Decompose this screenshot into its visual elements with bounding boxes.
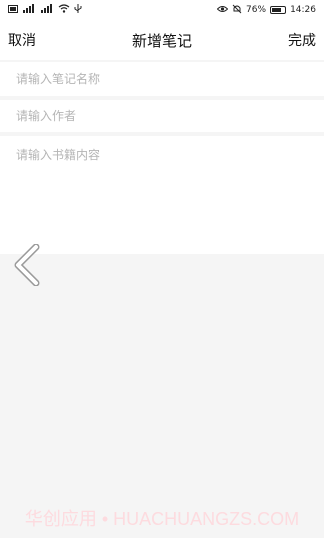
author-input[interactable] — [16, 109, 308, 123]
note-name-field — [0, 62, 324, 96]
watermark: 华创应用 • HUACHUANGZS.COM — [24, 509, 300, 529]
note-name-input[interactable] — [16, 72, 308, 86]
battery-level-fill — [272, 8, 282, 12]
status-left-icons — [8, 3, 82, 17]
signal-4g-icon — [22, 4, 36, 16]
status-time: 14:26 — [290, 5, 316, 15]
status-bar: 76% 14:26 — [0, 0, 324, 20]
sim-card-icon — [8, 4, 18, 16]
battery-percent: 76% — [246, 5, 267, 15]
author-field — [0, 100, 324, 132]
signal-3g-icon — [40, 4, 54, 16]
book-content-input[interactable] — [16, 146, 308, 246]
battery-icon — [270, 6, 287, 14]
book-content-field — [0, 136, 324, 254]
wifi-icon — [58, 4, 70, 16]
page-title: 新增笔记 — [131, 31, 192, 50]
chevron-left-icon[interactable] — [12, 243, 44, 287]
mute-bell-icon — [232, 4, 242, 17]
nav-bar: 取消 新增笔记 完成 — [0, 20, 324, 60]
usb-icon — [74, 3, 82, 17]
cancel-button[interactable]: 取消 — [8, 30, 36, 50]
eye-icon — [216, 5, 229, 16]
done-button[interactable]: 完成 — [288, 30, 316, 50]
status-right-icons: 76% 14:26 — [216, 4, 316, 17]
